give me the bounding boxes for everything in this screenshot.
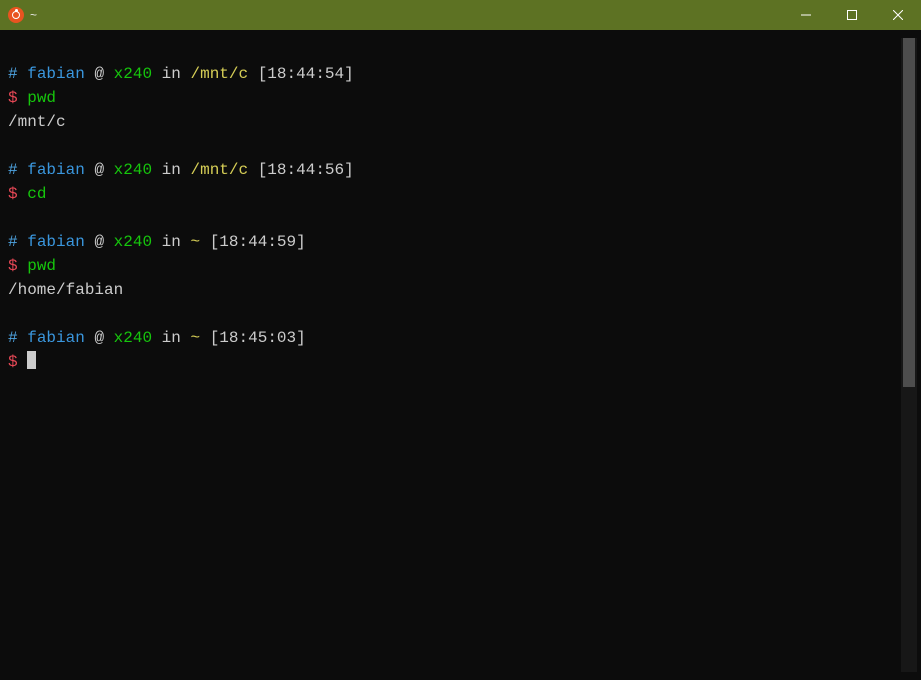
prompt-dollar: $	[8, 185, 18, 203]
prompt-user: fabian	[27, 161, 85, 179]
prompt-host: x240	[114, 233, 152, 251]
close-button[interactable]	[875, 0, 921, 30]
prompt-hash: #	[8, 161, 18, 179]
prompt-in: in	[162, 161, 181, 179]
prompt-in: in	[162, 65, 181, 83]
command-text: cd	[27, 185, 46, 203]
prompt-user: fabian	[27, 233, 85, 251]
prompt-at: @	[94, 233, 104, 251]
prompt-host: x240	[114, 161, 152, 179]
cursor	[27, 351, 36, 369]
close-icon	[893, 10, 903, 20]
minimize-icon	[801, 10, 811, 20]
ubuntu-icon	[8, 7, 24, 23]
window-title: ~	[30, 8, 37, 22]
command-text: pwd	[27, 89, 56, 107]
maximize-icon	[847, 10, 857, 20]
prompt-host: x240	[114, 329, 152, 347]
command-output: /home/fabian	[8, 281, 123, 299]
terminal-window: ~ # fabian @ x240 in /mnt/c [18:44:54] $…	[0, 0, 921, 680]
command-text: pwd	[27, 257, 56, 275]
prompt-user: fabian	[27, 329, 85, 347]
prompt-dollar: $	[8, 257, 18, 275]
prompt-time: [18:45:03]	[210, 329, 306, 347]
minimize-button[interactable]	[783, 0, 829, 30]
titlebar[interactable]: ~	[0, 0, 921, 30]
prompt-cwd: ~	[190, 233, 200, 251]
prompt-cwd: /mnt/c	[190, 161, 248, 179]
prompt-user: fabian	[27, 65, 85, 83]
prompt-cwd: ~	[190, 329, 200, 347]
prompt-at: @	[94, 329, 104, 347]
prompt-in: in	[162, 233, 181, 251]
prompt-in: in	[162, 329, 181, 347]
prompt-cwd: /mnt/c	[190, 65, 248, 83]
scrollbar[interactable]	[901, 38, 917, 672]
prompt-block: # fabian @ x240 in /mnt/c [18:44:54] $ p…	[8, 62, 901, 374]
command-output: /mnt/c	[8, 113, 66, 131]
scrollbar-thumb[interactable]	[903, 38, 915, 387]
window-controls	[783, 0, 921, 30]
prompt-time: [18:44:56]	[258, 161, 354, 179]
prompt-at: @	[94, 65, 104, 83]
terminal-content[interactable]: # fabian @ x240 in /mnt/c [18:44:54] $ p…	[8, 38, 901, 672]
terminal-body[interactable]: # fabian @ x240 in /mnt/c [18:44:54] $ p…	[0, 30, 921, 680]
prompt-time: [18:44:59]	[210, 233, 306, 251]
prompt-time: [18:44:54]	[258, 65, 354, 83]
prompt-at: @	[94, 161, 104, 179]
prompt-hash: #	[8, 65, 18, 83]
titlebar-left: ~	[8, 7, 37, 23]
prompt-hash: #	[8, 329, 18, 347]
prompt-dollar: $	[8, 89, 18, 107]
prompt-dollar: $	[8, 353, 18, 371]
maximize-button[interactable]	[829, 0, 875, 30]
prompt-host: x240	[114, 65, 152, 83]
prompt-hash: #	[8, 233, 18, 251]
